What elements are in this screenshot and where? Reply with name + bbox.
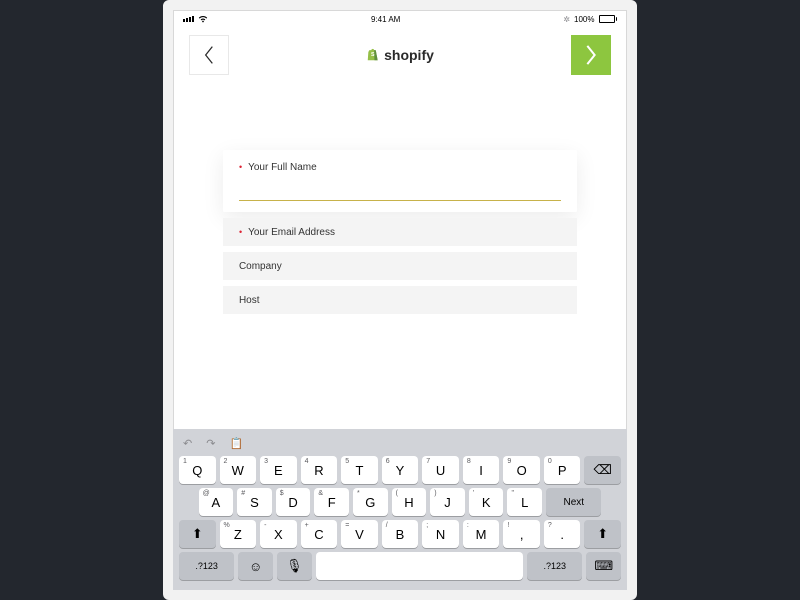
host-label: Host <box>239 295 260 306</box>
paste-icon[interactable]: 📋 <box>229 437 243 450</box>
key-⌨[interactable]: ⌨ <box>586 552 621 580</box>
wifi-icon <box>198 15 208 23</box>
key-next[interactable]: Next <box>546 488 601 516</box>
brand-logo: S shopify <box>366 47 434 63</box>
key-m[interactable]: :M <box>463 520 500 548</box>
key-y[interactable]: 6Y <box>382 456 419 484</box>
host-field[interactable]: Host <box>223 286 577 314</box>
svg-text:S: S <box>371 52 375 58</box>
key-.?123[interactable]: .?123 <box>179 552 234 580</box>
key-q[interactable]: 1Q <box>179 456 216 484</box>
ipad-frame: 9:41 AM ✲ 100% S shopify • Your Full Name… <box>163 0 637 600</box>
key-d[interactable]: $D <box>276 488 311 516</box>
key-f[interactable]: &F <box>314 488 349 516</box>
email-field[interactable]: • Your Email Address <box>223 218 577 246</box>
key-⬆[interactable]: ⬆ <box>179 520 216 548</box>
key-z[interactable]: %Z <box>220 520 257 548</box>
key-v[interactable]: =V <box>341 520 378 548</box>
key-h[interactable]: (H <box>392 488 427 516</box>
shopify-bag-icon: S <box>366 48 380 62</box>
key-p[interactable]: 0P <box>544 456 581 484</box>
fullname-input[interactable] <box>239 187 561 201</box>
key-.[interactable]: ?. <box>544 520 581 548</box>
company-label: Company <box>239 261 282 272</box>
key-b[interactable]: /B <box>382 520 419 548</box>
key-n[interactable]: ;N <box>422 520 459 548</box>
key-w[interactable]: 2W <box>220 456 257 484</box>
email-label: Your Email Address <box>248 227 335 238</box>
key-,[interactable]: !, <box>503 520 540 548</box>
key-s[interactable]: #S <box>237 488 272 516</box>
key-k[interactable]: 'K <box>469 488 504 516</box>
next-button[interactable] <box>571 35 611 75</box>
status-time: 9:41 AM <box>371 15 400 24</box>
nav-bar: S shopify <box>173 30 627 80</box>
required-marker: • <box>239 227 242 237</box>
key-☺[interactable]: ☺ <box>238 552 273 580</box>
fullname-field[interactable]: • Your Full Name <box>223 150 577 212</box>
key-a[interactable]: @A <box>199 488 234 516</box>
keyboard-toolbar: ↶ ↷ 📋 <box>179 435 621 456</box>
key-u[interactable]: 7U <box>422 456 459 484</box>
company-field[interactable]: Company <box>223 252 577 280</box>
key-j[interactable]: )J <box>430 488 465 516</box>
signal-icon <box>183 16 194 22</box>
key-.?123[interactable]: .?123 <box>527 552 582 580</box>
key-l[interactable]: "L <box>507 488 542 516</box>
key-t[interactable]: 5T <box>341 456 378 484</box>
redo-icon[interactable]: ↷ <box>206 437 215 450</box>
key-c[interactable]: +C <box>301 520 338 548</box>
key-i[interactable]: 8I <box>463 456 500 484</box>
bluetooth-icon: ✲ <box>563 15 570 24</box>
onscreen-keyboard: ↶ ↷ 📋 1Q2W3E4R5T6Y7U8I9O0P⌫ @A#S$D&F*G(H… <box>173 429 627 590</box>
status-bar: 9:41 AM ✲ 100% <box>173 10 627 26</box>
key-⌫[interactable]: ⌫ <box>584 456 621 484</box>
back-button[interactable] <box>189 35 229 75</box>
fullname-label: Your Full Name <box>248 162 317 173</box>
key-🎙[interactable]: 🎙 <box>277 552 312 580</box>
key-g[interactable]: *G <box>353 488 388 516</box>
battery-pct: 100% <box>574 15 594 24</box>
key-[interactable] <box>316 552 524 580</box>
battery-icon <box>599 15 618 23</box>
key-x[interactable]: -X <box>260 520 297 548</box>
undo-icon[interactable]: ↶ <box>183 437 192 450</box>
form-content: • Your Full Name • Your Email Address Comp… <box>173 80 627 429</box>
key-e[interactable]: 3E <box>260 456 297 484</box>
required-marker: • <box>239 162 242 172</box>
key-o[interactable]: 9O <box>503 456 540 484</box>
key-r[interactable]: 4R <box>301 456 338 484</box>
key-⬆[interactable]: ⬆ <box>584 520 621 548</box>
chevron-right-icon <box>583 44 599 66</box>
brand-name: shopify <box>384 47 434 63</box>
chevron-left-icon <box>202 45 216 65</box>
